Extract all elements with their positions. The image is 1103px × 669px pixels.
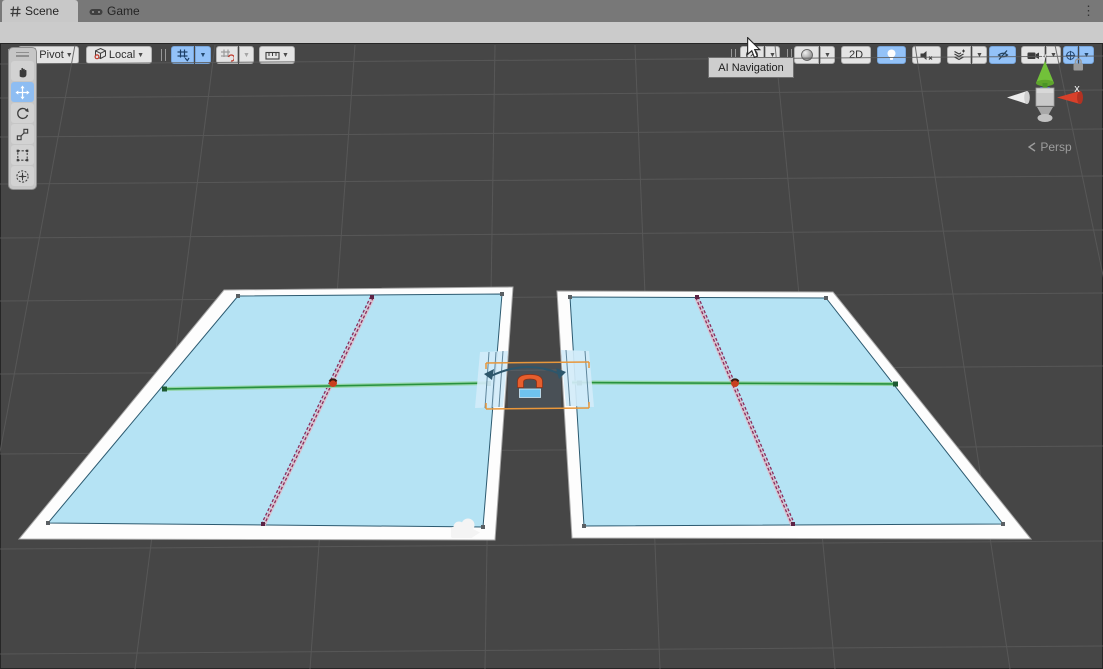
palette-drag-handle[interactable]: [9, 48, 36, 60]
grid-icon: [10, 6, 21, 17]
table-left[interactable]: [19, 287, 513, 540]
tooltip-text: AI Navigation: [718, 62, 783, 74]
hand-icon: [15, 64, 30, 79]
rect-icon: [15, 148, 30, 163]
scale-icon: [15, 127, 30, 142]
transform-icon: [15, 169, 30, 184]
scene-toolbar: Pivot ▼ Local ▼: [0, 22, 1103, 44]
axis-x-label: x: [1074, 83, 1080, 95]
move-tool[interactable]: [11, 82, 34, 102]
tab-bar: Scene Game ⋮: [0, 0, 1103, 22]
axis-y-label: y: [1041, 51, 1047, 63]
tool-palette: [8, 47, 37, 190]
axis-y-cone[interactable]: [1036, 61, 1054, 83]
gamepad-icon: [89, 6, 103, 17]
rect-tool[interactable]: [11, 145, 34, 165]
view-hand-tool[interactable]: [11, 61, 34, 81]
navmesh-link[interactable]: [475, 350, 594, 409]
lock-icon[interactable]: [1074, 59, 1084, 71]
agent-marker-right: [731, 379, 739, 387]
rotate-tool[interactable]: [11, 103, 34, 123]
persp-label: Persp: [1040, 140, 1071, 154]
tab-scene[interactable]: Scene: [2, 0, 78, 22]
gizmo-cube-top-face: [1037, 89, 1054, 94]
perspective-toggle[interactable]: Persp: [1014, 140, 1086, 154]
axis-negx-cone-base: [1024, 91, 1030, 104]
link-end-area-right: [561, 350, 594, 407]
rotate-icon: [15, 106, 30, 121]
scene-viewport[interactable]: y x: [0, 44, 1103, 669]
move-icon: [15, 85, 30, 100]
scene-grid: [0, 45, 1103, 669]
tab-game-label: Game: [107, 4, 140, 18]
agent-marker-left: [329, 379, 337, 387]
axis-negy-cone-base: [1038, 114, 1053, 122]
axis-negx-cone[interactable]: [1007, 91, 1027, 104]
orientation-gizmo[interactable]: y x: [1007, 51, 1083, 122]
tab-scene-label: Scene: [25, 4, 59, 18]
persp-chevron-icon: [1028, 142, 1036, 152]
kebab-menu-icon[interactable]: ⋮: [1082, 1, 1095, 21]
transform-tool[interactable]: [11, 166, 34, 186]
unity-editor-window: Scene Game ⋮ Pivot ▼: [0, 0, 1103, 669]
tooltip: AI Navigation: [708, 57, 794, 78]
table-right[interactable]: [557, 291, 1031, 539]
tab-game[interactable]: Game: [81, 0, 151, 22]
scale-tool[interactable]: [11, 124, 34, 144]
